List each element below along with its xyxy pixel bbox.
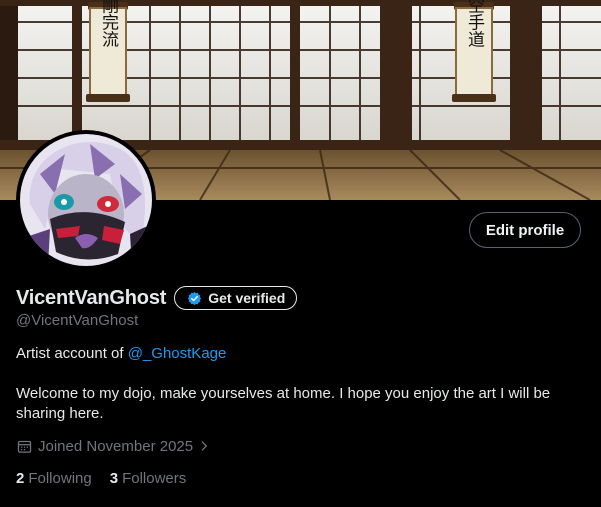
followers-label: Followers: [122, 470, 187, 487]
verified-badge-icon: [188, 291, 202, 305]
mention-link[interactable]: @_GhostKage: [128, 345, 227, 362]
get-verified-button[interactable]: Get verified: [174, 286, 298, 310]
edit-profile-button[interactable]: Edit profile: [469, 212, 581, 248]
bio: Artist account of @_GhostKage Welcome to…: [16, 344, 576, 424]
calendar-icon: [17, 440, 32, 453]
following-count: 2: [16, 470, 25, 487]
bio-prefix: Artist account of: [16, 345, 128, 362]
bio-line-1: Artist account of @_GhostKage: [16, 344, 576, 364]
following-label: Following: [28, 470, 92, 487]
followers-link[interactable]: 3 Followers: [110, 470, 187, 490]
avatar[interactable]: [16, 130, 156, 270]
avatar-image: [20, 134, 152, 266]
chevron-right-icon: [201, 441, 208, 451]
display-name: VicentVanGhost: [16, 286, 167, 309]
bio-line-2: Welcome to my dojo, make yourselves at h…: [16, 385, 551, 422]
followers-count: 3: [109, 470, 119, 487]
left-scroll-text: 剛完流: [98, 0, 119, 48]
joined-date[interactable]: Joined November 2025: [16, 436, 211, 456]
following-link[interactable]: 2 Following: [16, 470, 92, 490]
get-verified-label: Get verified: [208, 290, 286, 306]
right-scroll-text: 空手道: [464, 0, 485, 48]
name-row: VicentVanGhost Get verified: [16, 285, 298, 311]
follow-stats: 2 Following 3 Followers: [16, 470, 204, 490]
joined-label: Joined November 2025: [38, 437, 194, 455]
user-handle: @VicentVanGhost: [16, 312, 139, 329]
